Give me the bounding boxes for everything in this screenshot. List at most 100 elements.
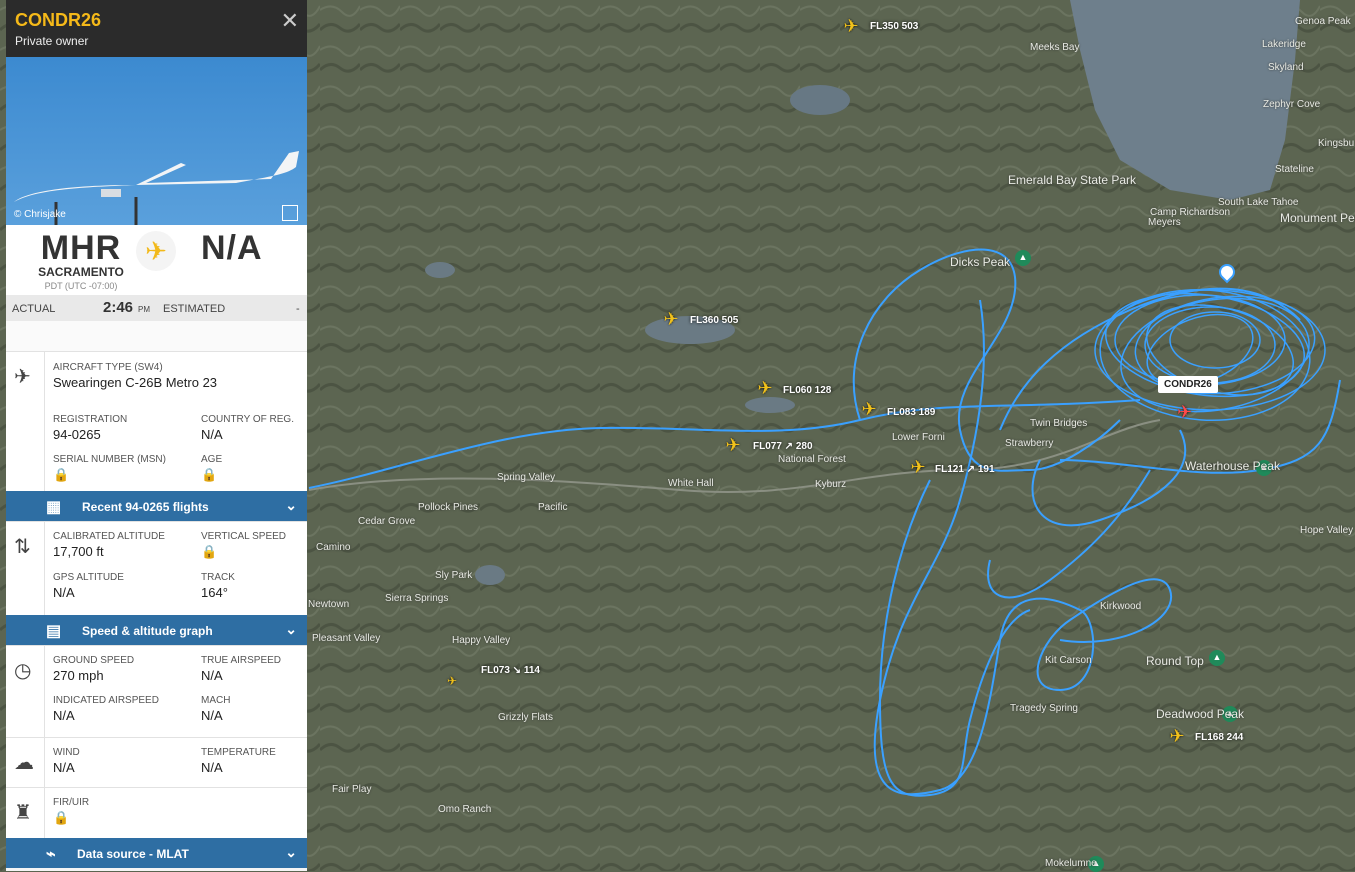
plane-icon[interactable]: ✈ [909,458,927,476]
plane-icon[interactable]: ✈ [860,400,878,418]
place-label: Pollock Pines [418,502,479,513]
place-label: Lower Forni [892,432,945,443]
tower-icon: ♜ [14,802,32,824]
place-label: Camino [316,542,351,553]
place-label: Kit Carson [1045,655,1092,666]
plane-icon[interactable]: ✈ [443,672,461,690]
actual-ampm: PM [138,305,150,314]
place-label: Waterhouse Peak [1185,459,1280,473]
place-label: Grizzly Flats [498,712,553,723]
place-label: Sly Park [435,570,473,581]
indicated-airspeed-label: INDICATED AIRSPEED [53,695,159,706]
place-label: Emerald Bay State Park [1008,173,1137,187]
place-label: Happy Valley [452,635,511,646]
place-label: Deadwood Peak [1156,707,1245,721]
flight-label[interactable]: FL168 244 [1195,732,1243,743]
place-label: Skyland [1268,62,1304,73]
wind-label: WIND [53,747,80,758]
flight-info-panel: CONDR26 Private owner ✕ © Chrisjake MHR … [6,0,307,871]
place-label: Twin Bridges [1030,418,1088,429]
lock-icon[interactable]: 🔒 [53,810,89,826]
lock-icon[interactable]: 🔒 [53,467,166,483]
flight-label[interactable]: FL350 503 [870,21,918,32]
indicated-airspeed-value: N/A [53,708,75,723]
airplane-icon: ✈ [14,366,31,388]
aircraft-photo[interactable]: © Chrisjake [6,57,307,225]
times-row: ACTUAL 2:46 PM ESTIMATED - [6,295,307,321]
place-label: Omo Ranch [438,804,492,815]
place-label: Pleasant Valley [312,633,381,644]
place-label: Zephyr Cove [1263,99,1321,110]
destination-code: N/A [201,229,263,267]
aircraft-illustration [14,151,299,225]
place-label: Tragedy Spring [1010,703,1078,714]
fir-label: FIR/UIR [53,797,90,808]
data-source-bar[interactable]: ⌁ Data source - MLAT ⌄ [6,838,307,868]
external-link-icon[interactable] [282,205,298,221]
peak-marker: ▲ [1209,650,1225,666]
chevron-down-icon: ⌄ [285,621,297,637]
plane-icon[interactable]: ✈ [1168,727,1186,745]
serial-label: SERIAL NUMBER (MSN) [53,454,166,465]
speed-graph-bar[interactable]: ▤ Speed & altitude graph ⌄ [6,615,307,645]
weather-icon: ☁ [14,752,34,774]
place-label: Strawberry [1005,438,1054,449]
flight-label[interactable]: FL360 505 [690,315,738,326]
registration-label: REGISTRATION [53,414,128,425]
country-label: COUNTRY OF REG. [201,414,294,425]
chevron-down-icon: ⌄ [285,497,297,513]
speedometer-icon: ◷ [14,660,32,682]
flight-label[interactable]: FL121 ↗ 191 [935,464,995,475]
speed-graph-label: Speed & altitude graph [82,624,213,638]
close-icon[interactable]: ✕ [281,8,299,34]
place-label: Kyburz [815,479,847,490]
place-label: Cedar Grove [358,516,416,527]
place-label: Genoa Peak [1295,16,1351,27]
plane-icon[interactable]: ✈ [842,17,860,35]
selected-callsign-tag[interactable]: CONDR26 [1158,376,1218,393]
lock-icon[interactable]: 🔒 [201,544,286,560]
place-label: National Forest [778,454,846,465]
recent-flights-bar[interactable]: ▦ Recent 94-0265 flights ⌄ [6,491,307,521]
mach-label: MACH [201,695,231,706]
calibrated-altitude-label: CALIBRATED ALTITUDE [53,531,165,542]
callsign: CONDR26 [15,10,102,30]
gps-altitude-label: GPS ALTITUDE [53,572,124,583]
place-label: Dicks Peak [950,255,1011,269]
place-label: Sierra Springs [385,593,449,604]
plane-icon[interactable]: ✈ [662,310,680,328]
place-label: Round Top [1146,654,1204,668]
age-label: AGE [201,454,223,465]
flight-label[interactable]: FL060 128 [783,385,831,396]
weather-section: ☁ WIND N/A TEMPERATURE N/A [6,737,307,787]
place-label: Kingsbu [1318,138,1355,149]
origin-timezone: PDT (UTC -07:00) [44,281,118,291]
origin-city: SACRAMENTO [38,265,124,279]
place-label: Mokelumne [1045,858,1097,869]
altitude-icon: ⇅ [14,536,31,558]
aircraft-type-label: AIRCRAFT TYPE [53,362,132,373]
registration-value: 94-0265 [53,427,101,442]
flight-label[interactable]: FL083 189 [887,407,935,418]
flight-label[interactable]: FL073 ↘ 114 [481,665,540,676]
flight-label[interactable]: FL077 ↗ 280 [753,441,813,452]
place-label: Spring Valley [497,472,556,483]
true-airspeed-label: TRUE AIRSPEED [201,655,282,666]
aircraft-type-value: Swearingen C-26B Metro 23 [53,375,218,390]
true-airspeed-value: N/A [201,668,223,683]
fir-section: ♜ FIR/UIR 🔒 [6,787,307,838]
photo-credit: © Chrisjake [14,209,66,220]
gps-altitude-value: N/A [53,585,75,600]
chevron-down-icon: ⌄ [285,844,297,860]
plane-icon[interactable]: ✈ [724,436,742,454]
lock-icon[interactable]: 🔒 [201,467,222,483]
place-label: Kirkwood [1100,601,1142,612]
place-label: Pacific [538,502,568,513]
vertical-speed-label: VERTICAL SPEED [201,531,287,542]
temperature-label: TEMPERATURE [201,747,276,758]
speed-section: ◷ GROUND SPEED 270 mph TRUE AIRSPEED N/A… [6,645,307,737]
selected-plane-icon[interactable]: ✈ [1177,402,1192,423]
plane-icon[interactable]: ✈ [756,379,774,397]
origin-code[interactable]: MHR [6,229,156,268]
plane-circle-icon: ✈ [136,231,176,271]
